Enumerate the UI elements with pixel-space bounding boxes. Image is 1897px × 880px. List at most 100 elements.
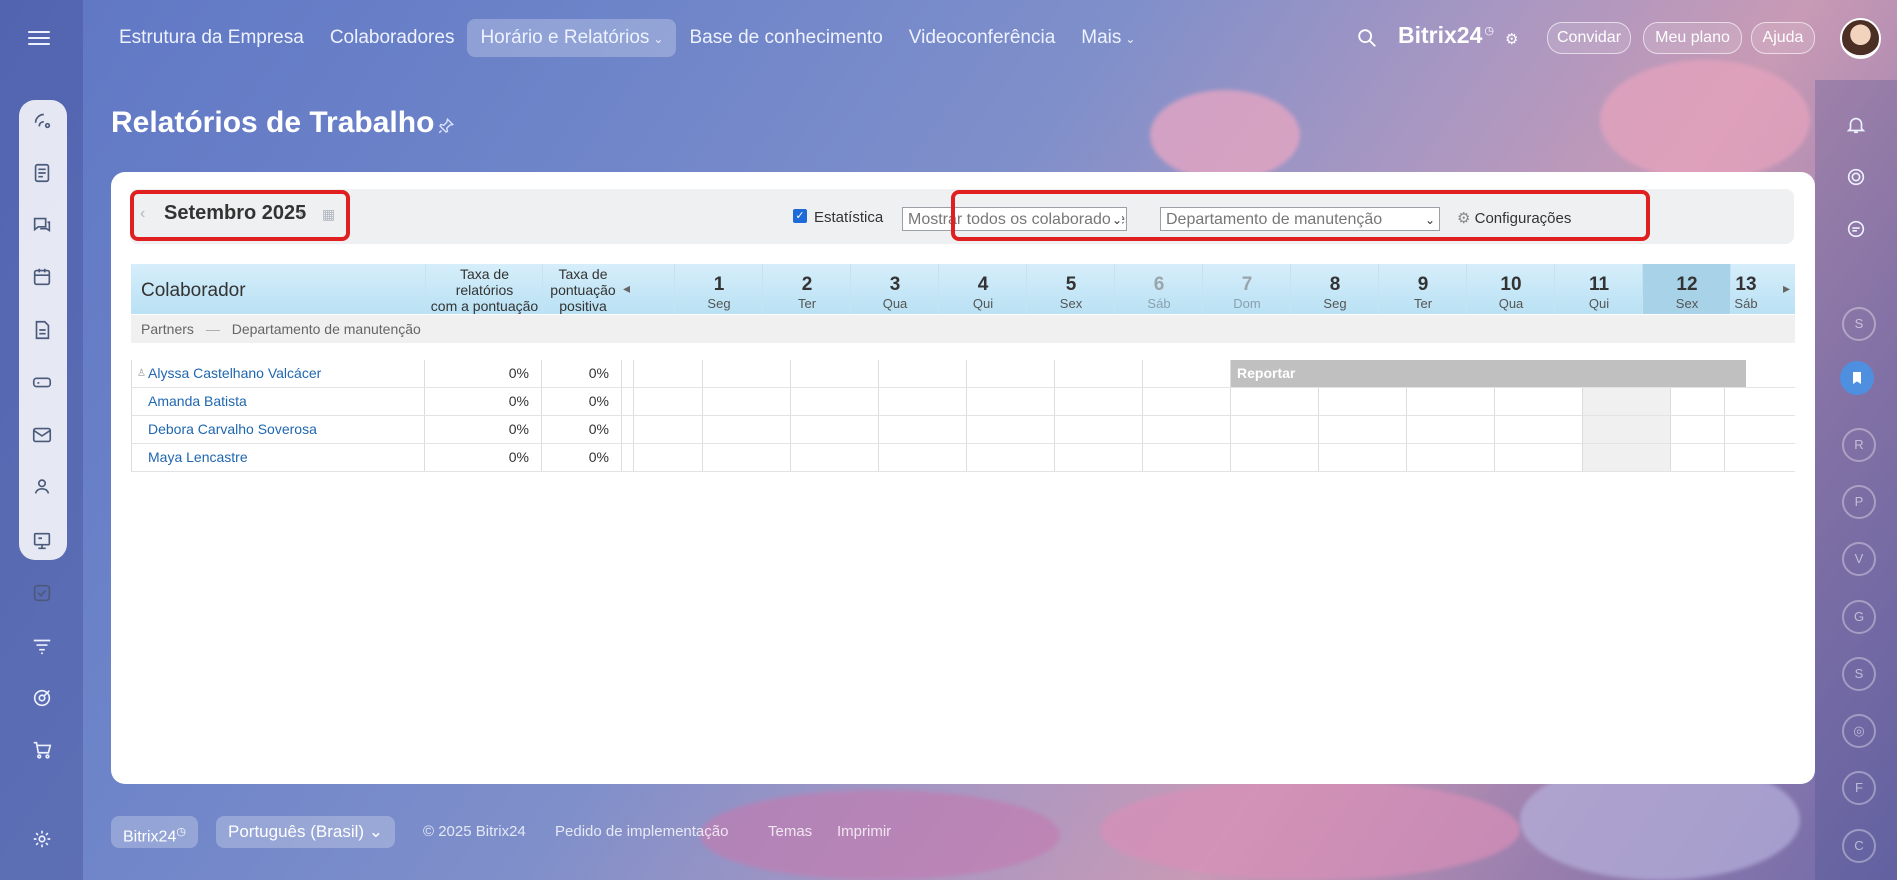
document-icon[interactable] — [28, 316, 56, 344]
day-cell[interactable] — [1143, 388, 1231, 415]
nav-item-company-structure[interactable]: Estrutura da Empresa — [106, 19, 317, 57]
filter-stack-icon[interactable] — [28, 632, 56, 660]
day-cell[interactable] — [791, 444, 879, 471]
invite-button[interactable]: Convidar — [1547, 22, 1631, 54]
statistics-checkbox[interactable]: ✓ — [793, 209, 807, 223]
day-cell[interactable] — [1671, 444, 1725, 471]
themes-link[interactable]: Temas — [768, 823, 812, 840]
checkbox-tasks-icon[interactable] — [28, 579, 56, 607]
mail-icon[interactable] — [28, 421, 56, 449]
contact-avatar[interactable]: F — [1842, 771, 1876, 805]
day-cell[interactable] — [1319, 388, 1407, 415]
day-cell[interactable] — [791, 360, 879, 387]
day-cell[interactable] — [1055, 388, 1143, 415]
nav-item-employees[interactable]: Colaboradores — [317, 19, 468, 57]
day-cell[interactable] — [1319, 416, 1407, 443]
employee-name-link[interactable]: Debora Carvalho Soverosa — [131, 416, 425, 443]
implementation-request-link[interactable]: Pedido de implementação — [555, 823, 728, 840]
day-cell[interactable] — [967, 360, 1055, 387]
day-cell[interactable] — [634, 416, 703, 443]
day-cell[interactable] — [1231, 388, 1319, 415]
day-cell[interactable] — [703, 360, 791, 387]
day-cell[interactable] — [634, 360, 703, 387]
sliders-icon[interactable]: ⚙ — [1505, 30, 1518, 48]
day-cell[interactable] — [1583, 388, 1671, 415]
day-cell[interactable] — [791, 416, 879, 443]
day-cell[interactable] — [1231, 444, 1319, 471]
target-icon[interactable] — [28, 684, 56, 712]
employee-name-link[interactable]: Alyssa Castelhano Valcácer — [131, 360, 425, 387]
help-button[interactable]: Ajuda — [1751, 22, 1815, 54]
contact-avatar[interactable]: S — [1842, 657, 1876, 691]
day-cell[interactable] — [1671, 416, 1725, 443]
nav-item-time-reports[interactable]: Horário e Relatórios ⌄ — [467, 19, 677, 57]
scroll-left-icon[interactable]: ◂ — [623, 280, 630, 297]
day-cell[interactable] — [1319, 444, 1407, 471]
day-cell[interactable] — [1495, 416, 1583, 443]
day-cell[interactable] — [634, 444, 703, 471]
day-cell[interactable] — [967, 388, 1055, 415]
day-cell[interactable] — [791, 388, 879, 415]
language-selector[interactable]: Português (Brasil) ⌄ — [216, 816, 396, 848]
day-cell[interactable] — [1495, 388, 1583, 415]
day-cell[interactable] — [1407, 444, 1495, 471]
contact-avatar[interactable]: S — [1842, 307, 1876, 341]
bell-icon[interactable] — [1842, 111, 1870, 139]
employee-name-link[interactable]: Amanda Batista — [131, 388, 425, 415]
day-cell[interactable] — [703, 388, 791, 415]
contact-avatar[interactable]: V — [1842, 542, 1876, 576]
contact-avatar[interactable]: R — [1842, 428, 1876, 462]
contact-avatar[interactable]: G — [1842, 600, 1876, 634]
day-cell[interactable] — [1407, 388, 1495, 415]
chat-icon[interactable] — [28, 211, 56, 239]
day-cell[interactable] — [634, 388, 703, 415]
day-cell[interactable] — [1671, 388, 1725, 415]
presentation-icon[interactable] — [28, 527, 56, 555]
day-cell[interactable] — [967, 444, 1055, 471]
day-cell[interactable] — [967, 416, 1055, 443]
day-cell[interactable] — [1583, 416, 1671, 443]
scroll-right-icon[interactable]: ▸ — [1783, 280, 1790, 297]
day-cell[interactable] — [1143, 360, 1231, 387]
bookmark-icon[interactable] — [1840, 361, 1874, 395]
contacts-icon[interactable] — [28, 473, 56, 501]
settings-gear-icon[interactable] — [28, 825, 56, 853]
day-cell[interactable] — [1143, 444, 1231, 471]
day-cell[interactable] — [1407, 416, 1495, 443]
day-cell[interactable] — [703, 444, 791, 471]
feed-icon[interactable] — [28, 106, 56, 134]
drive-icon[interactable] — [28, 368, 56, 396]
menu-icon[interactable] — [28, 27, 50, 45]
copilot-icon[interactable] — [1842, 163, 1870, 191]
nav-item-knowledge-base[interactable]: Base de conhecimento — [676, 19, 895, 57]
day-cell[interactable] — [1143, 416, 1231, 443]
footer-brand-button[interactable]: Bitrix24◷ — [111, 816, 198, 848]
day-cell[interactable] — [1055, 416, 1143, 443]
calendar-icon[interactable] — [28, 263, 56, 291]
report-bar[interactable]: Reportar — [1231, 360, 1746, 387]
my-plan-button[interactable]: Meu plano — [1643, 22, 1742, 54]
employee-name-link[interactable]: Maya Lencastre — [131, 444, 425, 471]
day-cell[interactable] — [703, 416, 791, 443]
cart-icon[interactable] — [28, 736, 56, 764]
day-cell[interactable] — [1231, 416, 1319, 443]
globe-icon[interactable]: ◎ — [1842, 714, 1876, 748]
print-link[interactable]: Imprimir — [837, 823, 891, 840]
day-cell[interactable] — [1495, 444, 1583, 471]
nav-item-more[interactable]: Mais ⌄ — [1068, 19, 1148, 57]
contact-avatar[interactable]: C — [1842, 829, 1876, 863]
day-cell[interactable] — [1583, 444, 1671, 471]
day-cell[interactable] — [879, 444, 967, 471]
day-cell[interactable] — [1055, 360, 1143, 387]
search-icon[interactable] — [1356, 27, 1378, 49]
day-cell[interactable] — [1055, 444, 1143, 471]
tasks-list-icon[interactable] — [28, 159, 56, 187]
contact-avatar[interactable]: P — [1842, 485, 1876, 519]
day-cell[interactable] — [879, 360, 967, 387]
pin-icon[interactable] — [437, 117, 455, 135]
nav-item-videoconference[interactable]: Videoconferência — [896, 19, 1068, 57]
user-avatar[interactable] — [1840, 18, 1881, 59]
day-cell[interactable] — [879, 416, 967, 443]
messenger-icon[interactable] — [1842, 215, 1870, 243]
day-cell[interactable] — [879, 388, 967, 415]
